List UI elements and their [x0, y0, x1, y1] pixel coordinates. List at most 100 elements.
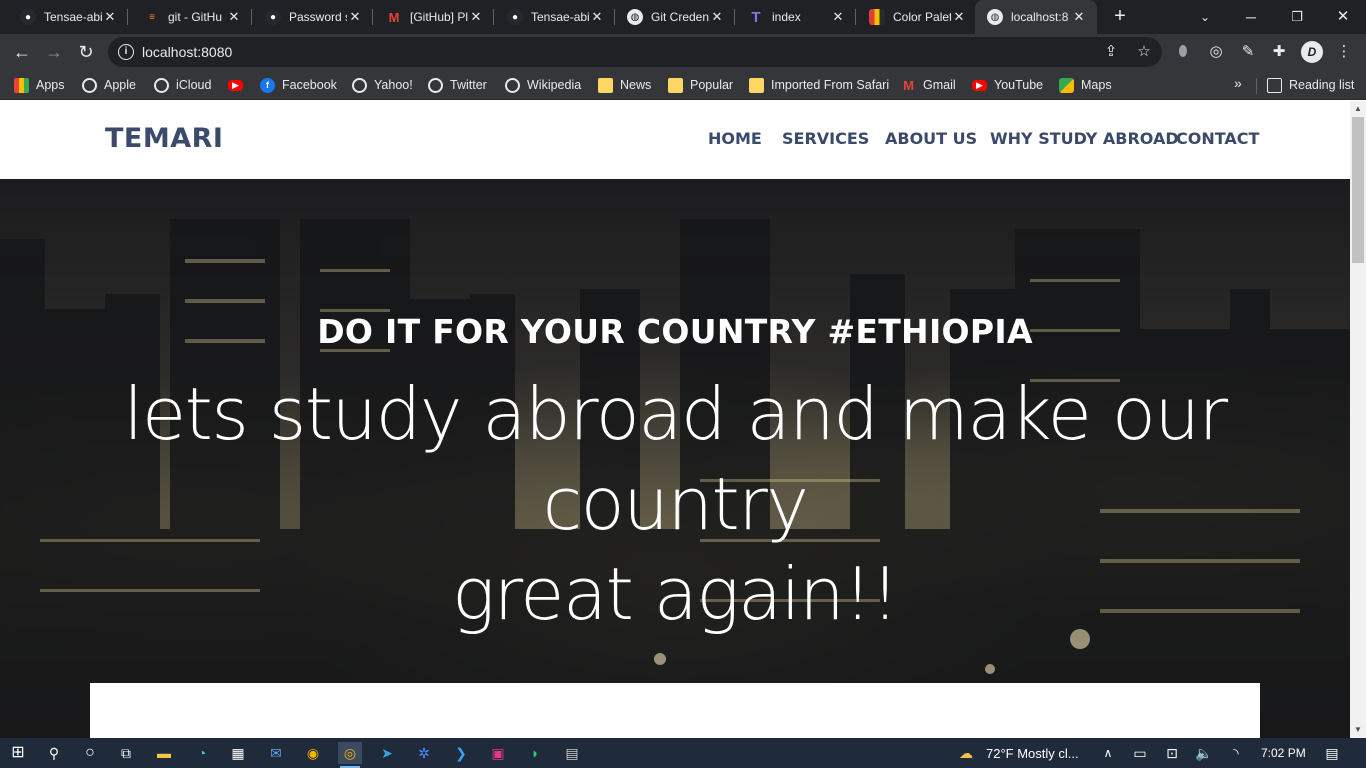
gmail-icon: M [388, 9, 400, 25]
clock[interactable]: 7:02 PM [1261, 746, 1306, 760]
extension-icon[interactable]: ⬮ [1173, 42, 1193, 62]
windows-start-icon[interactable]: ⊞ [6, 742, 30, 764]
profile-avatar[interactable]: D [1301, 41, 1323, 63]
browser-tab[interactable]: M [GitHub] Pl ✕ [366, 0, 494, 34]
bookmark-folder-imported[interactable]: Imported From Safari [749, 75, 889, 95]
github-icon: ● [507, 9, 523, 25]
window-close-icon[interactable]: ✕ [1320, 0, 1366, 34]
extensions-puzzle-icon[interactable]: ✚ [1269, 42, 1289, 62]
close-icon[interactable]: ✕ [951, 9, 967, 25]
bookmark-yahoo[interactable]: Yahoo! [352, 75, 413, 95]
telegram-icon[interactable]: ➤ [375, 742, 399, 764]
bookmark-maps[interactable]: Maps [1059, 75, 1112, 95]
reload-icon[interactable]: ↻ [74, 40, 98, 64]
menu-kebab-icon[interactable]: ⋮ [1334, 42, 1354, 62]
bookmark-youtube-short[interactable]: ▶ [228, 75, 250, 95]
store-icon[interactable]: ▦ [226, 742, 250, 764]
close-icon[interactable]: ✕ [1071, 9, 1087, 25]
extension-pen-icon[interactable]: ✎ [1238, 42, 1258, 62]
chrome-icon[interactable]: ◎ [338, 742, 362, 768]
browser-tab-active[interactable]: ◍ localhost:8 ✕ [975, 0, 1097, 34]
vscode-icon[interactable]: ❯ [449, 742, 473, 764]
scroll-down-arrow-icon[interactable]: ▼ [1350, 722, 1366, 738]
tab-strip: ● Tensae-abi ✕ ≡ git - GitHu ✕ ● Passwor… [0, 0, 1366, 34]
site-navbar: TEMARI HOME SERVICES ABOUT US WHY STUDY … [0, 101, 1350, 179]
nav-contact[interactable]: CONTACT [1176, 129, 1259, 148]
reading-list-button[interactable]: Reading list [1267, 75, 1354, 95]
close-icon[interactable]: ✕ [468, 9, 484, 25]
wifi-icon[interactable]: ◝ [1224, 742, 1248, 764]
app-dots-icon[interactable]: ✲ [412, 742, 436, 764]
bookmark-wikipedia[interactable]: Wikipedia [505, 75, 581, 95]
new-tab-button[interactable]: + [1108, 4, 1132, 28]
weather-icon[interactable]: ☁ [954, 742, 978, 764]
tab-title: index [772, 10, 801, 24]
app-icon[interactable]: ◉ [301, 742, 325, 764]
browser-tab[interactable]: ≡ git - GitHu ✕ [124, 0, 252, 34]
browser-toolbar: ← → ↻ i localhost:8080 ⇪ ☆ ⬮ ◎ ✎ ✚ D ⋮ [0, 34, 1366, 70]
nav-home[interactable]: HOME [708, 129, 762, 148]
command-prompt-icon[interactable]: ▤ [560, 742, 584, 764]
bookmark-facebook[interactable]: f Facebook [260, 75, 337, 95]
close-icon[interactable]: ✕ [347, 9, 363, 25]
battery-icon[interactable]: ▭ [1128, 742, 1152, 764]
globe-icon [428, 77, 443, 93]
address-bar[interactable]: i localhost:8080 ⇪ ☆ [108, 37, 1162, 67]
content-card [90, 683, 1260, 738]
bookmark-twitter[interactable]: Twitter [428, 75, 487, 95]
scroll-up-arrow-icon[interactable]: ▲ [1350, 101, 1366, 117]
terminal-app-icon[interactable]: ▣ [486, 742, 510, 764]
site-logo[interactable]: TEMARI [105, 123, 223, 154]
bookmark-folder-popular[interactable]: Popular [668, 75, 733, 95]
bookmark-star-icon[interactable]: ☆ [1135, 43, 1153, 61]
bookmark-gmail[interactable]: M Gmail [901, 75, 956, 95]
bookmark-folder-news[interactable]: News [598, 75, 651, 95]
close-icon[interactable]: ✕ [709, 9, 725, 25]
minimize-icon[interactable]: ─ [1228, 0, 1274, 34]
restore-icon[interactable]: ❐ [1274, 0, 1320, 34]
file-explorer-icon[interactable]: ▬ [152, 742, 176, 764]
cortana-icon[interactable]: ○ [78, 742, 102, 764]
close-icon[interactable]: ✕ [226, 9, 242, 25]
close-icon[interactable]: ✕ [830, 9, 846, 25]
weather-text[interactable]: 72°F Mostly cl... [986, 746, 1079, 761]
github-desktop-icon[interactable]: ◗ [523, 742, 547, 764]
bookmarks-overflow-icon[interactable]: » [1234, 75, 1242, 91]
browser-tab[interactable]: ● Tensae-abi ✕ [487, 0, 615, 34]
task-view-icon[interactable]: ⧉ [114, 742, 138, 764]
url-text[interactable]: localhost:8080 [142, 44, 232, 60]
browser-tab[interactable]: ● Tensae-abi ✕ [0, 0, 128, 34]
forward-icon[interactable]: → [42, 40, 66, 64]
browser-tab[interactable]: ◍ Git Creden ✕ [607, 0, 735, 34]
nav-about-us[interactable]: ABOUT US [885, 129, 977, 148]
maps-icon [1059, 77, 1074, 93]
bookmark-apple[interactable]: Apple [82, 75, 136, 95]
bookmark-apps[interactable]: Apps [14, 75, 65, 95]
browser-tab[interactable]: T index ✕ [728, 0, 856, 34]
tab-title: [GitHub] Pl [410, 10, 468, 24]
bookmark-icloud[interactable]: iCloud [154, 75, 211, 95]
edge-icon[interactable]: ◔ [190, 742, 214, 764]
extension-target-icon[interactable]: ◎ [1206, 42, 1226, 62]
nav-why-study-abroad[interactable]: WHY STUDY ABROAD [990, 129, 1179, 148]
bookmark-youtube[interactable]: ▶ YouTube [972, 75, 1043, 95]
close-icon[interactable]: ✕ [102, 9, 118, 25]
back-icon[interactable]: ← [10, 40, 34, 64]
device-icon[interactable]: ⊡ [1160, 742, 1184, 764]
notifications-icon[interactable]: ▤ [1320, 742, 1344, 764]
mail-icon[interactable]: ✉ [264, 742, 288, 764]
share-icon[interactable]: ⇪ [1102, 43, 1120, 61]
volume-icon[interactable]: 🔈 [1192, 742, 1216, 764]
search-icon[interactable]: ⚲ [42, 742, 66, 764]
nav-services[interactable]: SERVICES [782, 129, 869, 148]
tab-search-icon[interactable]: ⌄ [1182, 0, 1228, 34]
tray-chevron-up-icon[interactable]: ∧ [1096, 742, 1120, 764]
site-info-icon[interactable]: i [118, 44, 134, 60]
browser-tab[interactable]: Color Palet ✕ [849, 0, 977, 34]
close-icon[interactable]: ✕ [589, 9, 605, 25]
browser-tab[interactable]: ● Password s ✕ [245, 0, 373, 34]
page-scrollbar[interactable]: ▲ ▼ [1350, 101, 1366, 738]
scrollbar-thumb[interactable] [1352, 117, 1364, 263]
globe-icon: ◍ [627, 9, 643, 25]
youtube-icon: ▶ [972, 79, 987, 91]
